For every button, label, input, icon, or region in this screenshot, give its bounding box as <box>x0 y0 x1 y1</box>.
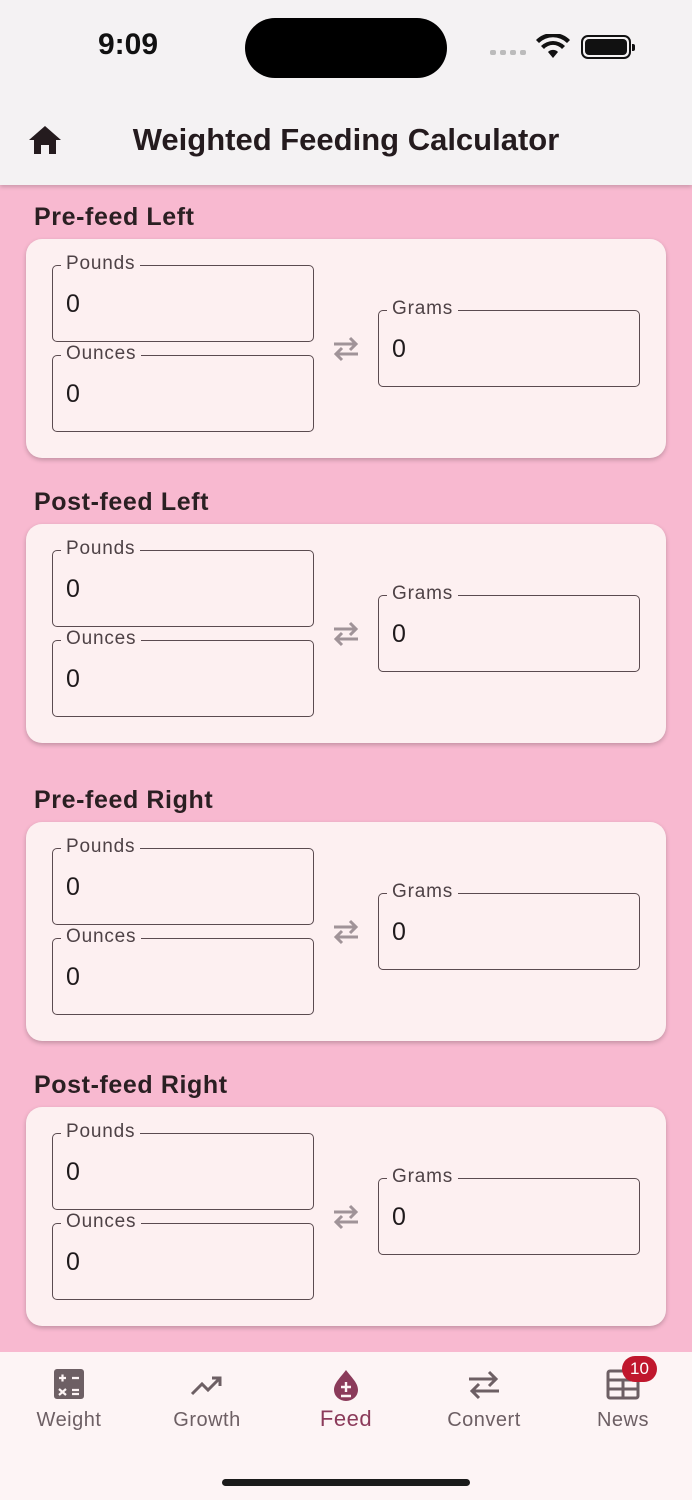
ounces-input[interactable]: Ounces 0 <box>52 628 314 717</box>
battery-icon <box>581 35 635 59</box>
nav-item-convert[interactable]: Convert <box>415 1352 553 1452</box>
pounds-label: Pounds <box>61 538 141 560</box>
grams-label: Grams <box>387 298 458 320</box>
nav-item-growth[interactable]: Growth <box>138 1352 276 1452</box>
nav-label-convert: Convert <box>447 1409 521 1431</box>
pounds-label: Pounds <box>61 253 141 275</box>
ounces-value: 0 <box>66 665 80 693</box>
ounces-label: Ounces <box>61 628 142 650</box>
grams-input[interactable]: Grams 0 <box>378 881 640 970</box>
grams-label: Grams <box>387 583 458 605</box>
ounces-value: 0 <box>66 963 80 991</box>
swap-arrows-icon <box>333 336 359 362</box>
pounds-value: 0 <box>66 873 80 901</box>
grams-label: Grams <box>387 1166 458 1188</box>
status-time: 9:09 <box>98 28 159 61</box>
nav-item-weight[interactable]: Weight <box>0 1352 138 1452</box>
nav-label-weight: Weight <box>36 1409 102 1431</box>
dynamic-island <box>245 18 447 78</box>
grams-input[interactable]: Grams 0 <box>378 298 640 387</box>
calculator-icon <box>54 1369 84 1399</box>
grams-label: Grams <box>387 881 458 903</box>
pounds-label: Pounds <box>61 1121 141 1143</box>
pounds-label: Pounds <box>61 836 141 858</box>
nav-item-feed[interactable]: Feed <box>277 1352 415 1452</box>
wifi-icon <box>536 34 570 58</box>
pounds-value: 0 <box>66 575 80 603</box>
nav-label-growth: Growth <box>173 1409 241 1431</box>
grams-input[interactable]: Grams 0 <box>378 1166 640 1255</box>
grams-value: 0 <box>392 335 406 363</box>
nav-label-feed: Feed <box>319 1406 373 1431</box>
swap-arrows-icon <box>333 621 359 647</box>
grams-value: 0 <box>392 918 406 946</box>
weight-card-pre-feed-left: Pounds 0 Ounces 0 Grams 0 <box>26 239 666 458</box>
ounces-value: 0 <box>66 1248 80 1276</box>
pounds-input[interactable]: Pounds 0 <box>52 253 314 342</box>
section-title-pre-feed-right: Pre-feed Right <box>34 786 214 814</box>
page-title: Weighted Feeding Calculator <box>132 122 560 157</box>
pounds-value: 0 <box>66 290 80 318</box>
ounces-label: Ounces <box>61 1211 142 1233</box>
home-indicator[interactable] <box>222 1479 470 1486</box>
pounds-input[interactable]: Pounds 0 <box>52 538 314 627</box>
ounces-input[interactable]: Ounces 0 <box>52 1211 314 1300</box>
ounces-label: Ounces <box>61 343 142 365</box>
pounds-input[interactable]: Pounds 0 <box>52 836 314 925</box>
bottom-nav: Weight Growth Feed Convert News <box>0 1352 692 1500</box>
ounces-value: 0 <box>66 380 80 408</box>
pounds-value: 0 <box>66 1158 80 1186</box>
grams-value: 0 <box>392 620 406 648</box>
swap-arrows-icon <box>333 919 359 945</box>
grams-input[interactable]: Grams 0 <box>378 583 640 672</box>
grams-value: 0 <box>392 1203 406 1231</box>
ounces-input[interactable]: Ounces 0 <box>52 343 314 432</box>
weight-card-post-feed-left: Pounds 0 Ounces 0 Grams 0 <box>26 524 666 743</box>
trending-up-icon <box>190 1376 222 1396</box>
signal-icon <box>490 50 526 55</box>
weight-card-post-feed-right: Pounds 0 Ounces 0 Grams 0 <box>26 1107 666 1326</box>
weight-card-pre-feed-right: Pounds 0 Ounces 0 Grams 0 <box>26 822 666 1041</box>
ounces-input[interactable]: Ounces 0 <box>52 926 314 1015</box>
drop-plus-icon <box>334 1370 358 1401</box>
section-title-post-feed-right: Post-feed Right <box>34 1071 228 1099</box>
swap-arrows-icon <box>333 1204 359 1230</box>
app-bar: 9:09 Weighted Feeding Calculator <box>0 0 692 185</box>
section-title-post-feed-left: Post-feed Left <box>34 488 210 516</box>
swap-arrows-icon <box>469 1370 499 1400</box>
pounds-input[interactable]: Pounds 0 <box>52 1121 314 1210</box>
nav-label-news: News <box>596 1409 649 1431</box>
section-title-pre-feed-left: Pre-feed Left <box>34 203 195 231</box>
ounces-label: Ounces <box>61 926 142 948</box>
news-count-badge: 10 <box>622 1356 657 1382</box>
